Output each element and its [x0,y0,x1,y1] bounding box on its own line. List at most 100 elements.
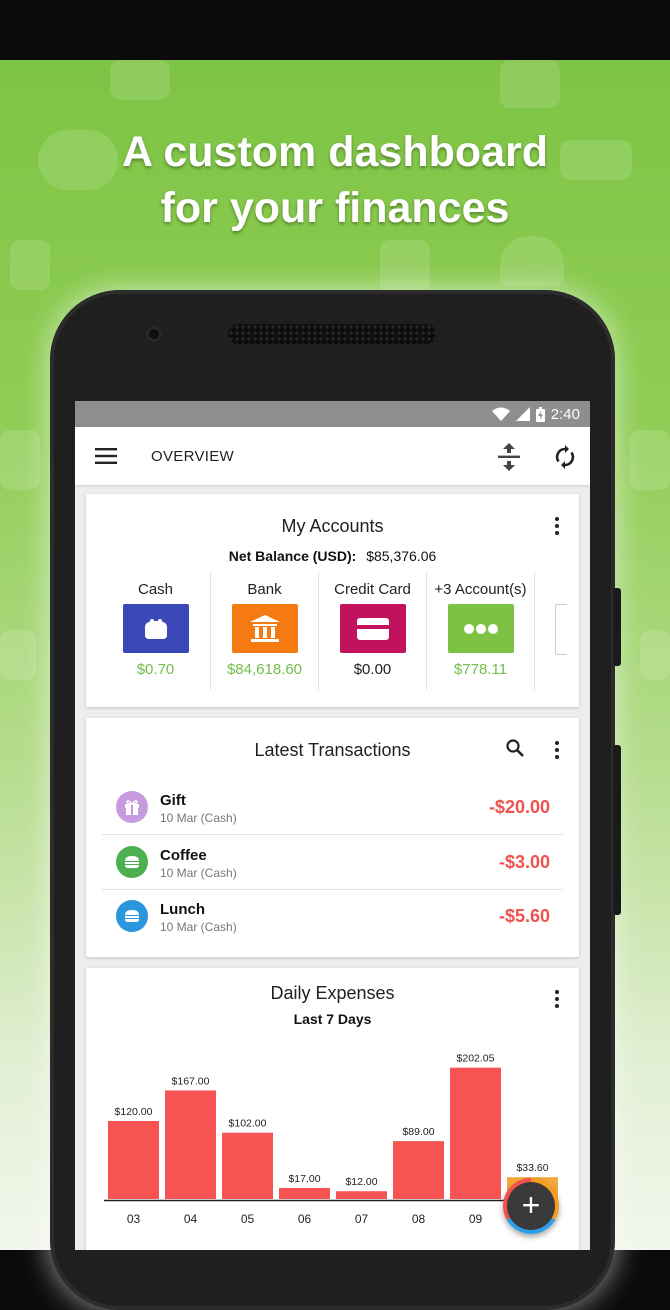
transaction-name: Gift [160,792,186,809]
chart-bar-06[interactable] [279,1187,330,1199]
transaction-amount: -$3.00 [498,851,550,872]
transaction-date-account: 10 Mar (Cash) [160,865,237,880]
chart-value-label: $120.00 [115,1106,153,1118]
transaction-amount: -$5.60 [498,906,550,926]
account-label: Ne [535,581,567,598]
gift-icon [500,60,560,108]
expenses-menu-icon[interactable] [554,990,560,1011]
accounts-card: My Accounts Net Balance (USD): $85,376.0… [86,494,579,707]
lock-icon [0,630,36,680]
expand-collapse-icon[interactable] [498,443,520,471]
net-balance: Net Balance (USD): $85,376.06 [86,548,579,564]
bank-icon [249,614,280,643]
chart-x-tick: 09 [469,1212,483,1226]
chart-value-label: $89.00 [402,1126,434,1138]
account-bank[interactable]: Bank $84,618.60 [210,572,318,690]
burger-icon [116,900,148,932]
speaker-grille [228,324,436,344]
chart-value-label: $17.00 [288,1173,320,1185]
credit-card-icon [356,617,389,640]
transaction-date-account: 10 Mar (Cash) [160,811,237,825]
account-balance: $0.70 [136,661,175,678]
expenses-subtitle: Last 7 Days [293,1011,372,1027]
account-label: +3 Account(s) [434,581,527,598]
more-dots-icon [463,623,498,634]
wifi-icon [491,407,510,421]
transaction-name: Coffee [160,846,207,864]
accounts-menu-icon[interactable] [554,517,560,538]
account-balance: $778.11 [453,661,508,678]
accounts-row: Cash $0.70 Bank $84,618.60 Credit Card $0.00 +… [102,572,567,690]
chart-x-tick: 07 [355,1212,369,1226]
chart-x-tick: 04 [184,1212,198,1226]
transaction-date-account: 10 Mar (Cash) [160,920,237,934]
chart-x-tick: 06 [298,1212,312,1226]
account-tile [122,604,189,653]
transaction-row[interactable]: Gift 10 Mar (Cash) -$20.00 [102,780,563,835]
search-icon[interactable] [506,739,524,757]
receipt-icon [110,60,170,100]
account-tile [231,604,298,653]
lightning-icon [630,430,670,490]
transactions-menu-icon[interactable] [554,741,560,762]
transaction-amount: -$20.00 [488,797,550,817]
account-cash[interactable]: Cash $0.70 [102,572,209,690]
transaction-row[interactable]: Coffee 10 Mar (Cash) -$3.00 [102,835,563,890]
chart-bar-05[interactable] [222,1132,273,1199]
battery-icon [535,406,545,422]
net-balance-value: $85,376.06 [366,548,437,564]
account-ne[interactable]: Ne [534,572,567,690]
sync-icon[interactable] [554,445,576,469]
transaction-name: Lunch [160,901,205,918]
chart-value-label: $12.00 [345,1176,377,1188]
chart-value-label: $33.60 [516,1162,548,1174]
chart-bar-09[interactable] [450,1067,501,1199]
chart-x-tick: 05 [241,1212,255,1226]
account-balance: $0.00 [353,661,392,678]
accounts-title: My Accounts [281,516,384,536]
account-label: Cash [137,581,174,598]
volume-button [613,588,621,666]
bus-icon [10,240,50,290]
gift-icon [640,630,670,680]
transaction-row[interactable]: Lunch 10 Mar (Cash) -$5.60 [102,889,563,943]
chart-value-label: $102.00 [229,1118,267,1130]
plus-icon: + [507,1182,555,1230]
chart-bar-03[interactable] [108,1121,159,1199]
chart-value-label: $202.05 [457,1053,495,1065]
signal-icon [515,407,530,421]
status-bar: 2:40 [75,401,590,427]
transactions-card: Latest Transactions Gift 10 Mar (Cash) -$2… [86,718,579,957]
account-tile [339,604,406,653]
account-label: Credit Card [334,581,411,598]
front-camera [146,326,162,342]
status-time: 2:40 [550,405,580,423]
net-balance-label: Net Balance (USD): [228,548,357,564]
menu-icon[interactable] [95,448,117,464]
power-button [613,745,621,915]
chart-x-tick: 08 [412,1212,426,1226]
headline-line-1: A custom dashboard [121,128,549,176]
expenses-title: Daily Expenses [270,983,395,1003]
burger-icon [500,236,564,286]
shop-icon [0,430,40,490]
coffee-icon [116,845,148,878]
headline-line-2: for your finances [160,184,510,232]
page-title: OVERVIEW [151,447,234,465]
add-transaction-button[interactable]: + [503,1178,559,1234]
chart-bar-07[interactable] [336,1191,387,1199]
app-screen: 2:40 OVERVIEW My Accounts Net Balance (U… [75,401,590,1250]
account-3-account-s[interactable]: +3 Account(s) $778.11 [426,572,534,690]
account-label: Bank [247,581,282,598]
chart-bar-04[interactable] [165,1090,216,1199]
gift-icon [116,791,148,823]
wallet-icon [141,617,171,641]
account-tile [554,604,567,655]
account-credit-card[interactable]: Credit Card $0.00 [318,572,426,690]
chart-value-label: $167.00 [172,1075,210,1087]
chart-x-tick: 03 [127,1212,141,1226]
account-balance: $84,618.60 [226,661,303,678]
app-toolbar: OVERVIEW [75,427,590,485]
account-tile [447,604,514,653]
chart-bar-08[interactable] [393,1141,444,1199]
